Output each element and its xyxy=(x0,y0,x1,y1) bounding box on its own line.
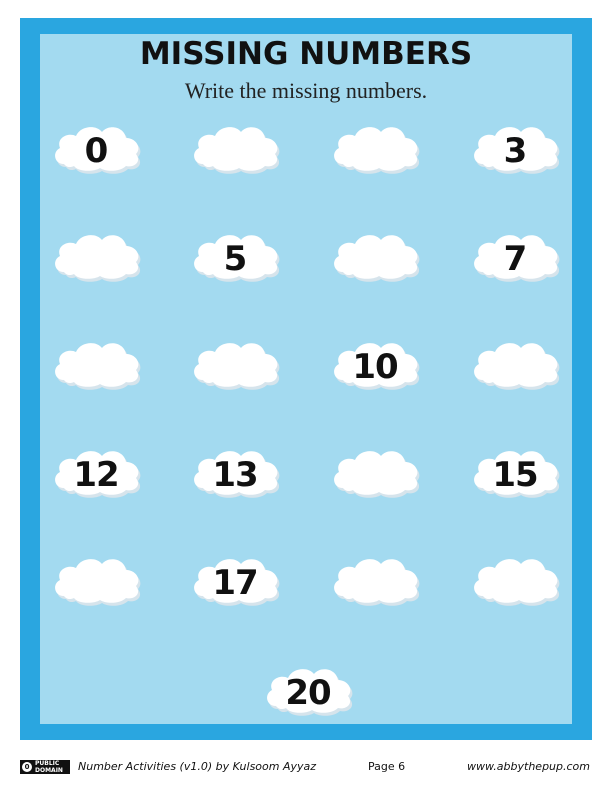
number-cloud: 12 xyxy=(50,442,142,500)
number-cloud: 5 xyxy=(189,226,281,284)
blank-cloud[interactable] xyxy=(469,550,561,608)
blank-cloud[interactable] xyxy=(50,226,142,284)
cloud-number: 15 xyxy=(492,455,538,495)
number-cloud: 15 xyxy=(469,442,561,500)
blank-cloud[interactable] xyxy=(189,334,281,392)
number-cloud: 10 xyxy=(329,334,421,392)
cloud-number: 7 xyxy=(503,239,528,279)
cloud-number: 20 xyxy=(285,673,331,713)
cloud-icon xyxy=(194,343,280,390)
cloud-number: 5 xyxy=(223,239,248,279)
number-cloud: 0 xyxy=(50,118,142,176)
worksheet-title: MISSING NUMBERS xyxy=(139,36,473,72)
cloud-icon xyxy=(474,343,560,390)
cloud-icon xyxy=(194,127,280,174)
public-domain-icon: 0 PUBLIC DOMAIN xyxy=(20,760,70,774)
number-cloud: 3 xyxy=(469,118,561,176)
cloud-icon xyxy=(334,559,420,606)
blank-cloud[interactable] xyxy=(469,334,561,392)
blank-cloud[interactable] xyxy=(329,550,421,608)
number-cloud: 13 xyxy=(189,442,281,500)
credit-text: Number Activities (v1.0) by Kulsoom Ayya… xyxy=(78,760,317,773)
blank-cloud[interactable] xyxy=(50,334,142,392)
number-cloud: 7 xyxy=(469,226,561,284)
number-cloud: 20 xyxy=(262,660,354,718)
cloud-icon xyxy=(474,559,560,606)
cloud-number: 12 xyxy=(73,455,119,495)
cloud-icon xyxy=(334,235,420,282)
blank-cloud[interactable] xyxy=(189,118,281,176)
blank-cloud[interactable] xyxy=(329,226,421,284)
cloud-icon xyxy=(55,559,141,606)
cloud-icon xyxy=(334,451,420,498)
page-number: Page 6 xyxy=(368,760,406,773)
cloud-number: 10 xyxy=(352,347,398,387)
website-link[interactable]: www.abbythepup.com xyxy=(467,760,590,773)
cloud-number: 17 xyxy=(212,563,258,603)
cloud-icon xyxy=(55,235,141,282)
worksheet-instruction: Write the missing numbers. xyxy=(184,78,428,103)
license-badge-text: PUBLIC DOMAIN xyxy=(35,760,63,774)
blank-cloud[interactable] xyxy=(329,442,421,500)
cloud-number: 3 xyxy=(503,131,528,171)
cloud-icon xyxy=(55,343,141,390)
footer: 0 PUBLIC DOMAIN Number Activities (v1.0)… xyxy=(0,752,612,782)
blank-cloud[interactable] xyxy=(50,550,142,608)
number-cloud: 17 xyxy=(189,550,281,608)
cloud-number: 0 xyxy=(84,131,109,171)
cloud-icon xyxy=(334,127,420,174)
cloud-number: 13 xyxy=(212,455,258,495)
blank-cloud[interactable] xyxy=(329,118,421,176)
